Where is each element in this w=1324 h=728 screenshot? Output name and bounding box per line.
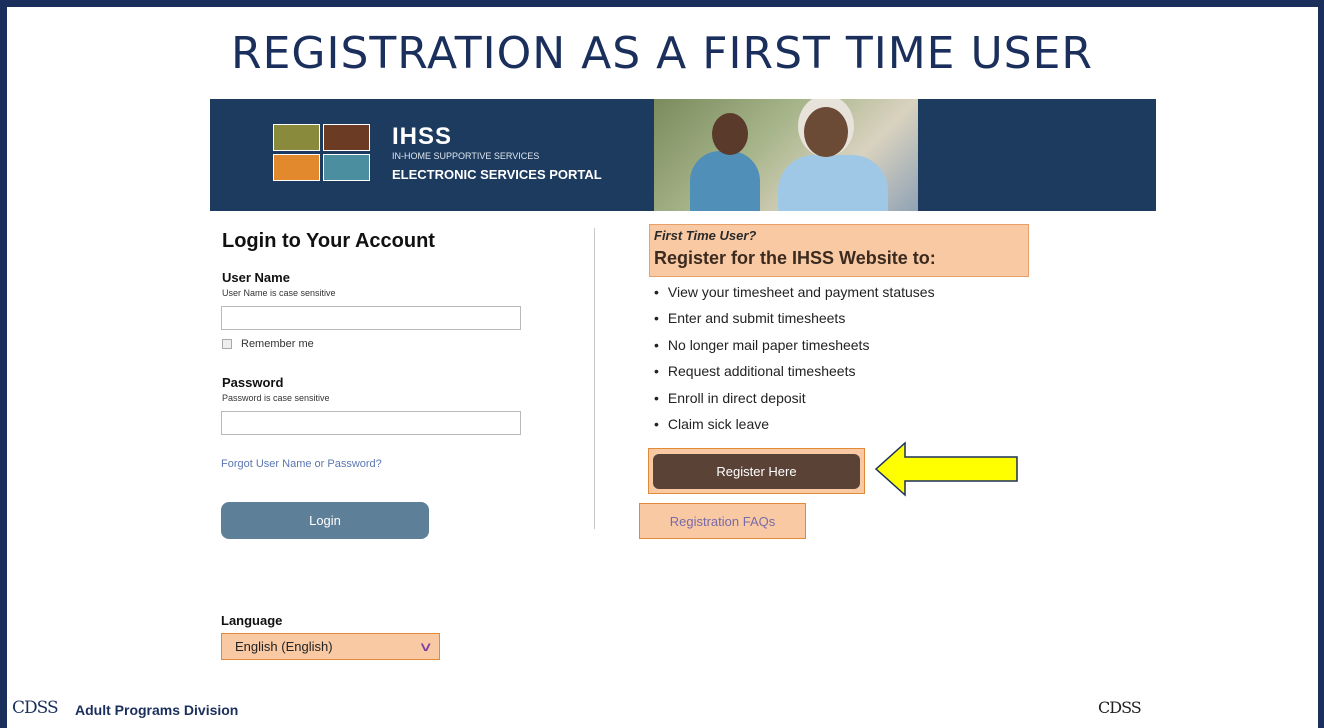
- username-hint: User Name is case sensitive: [222, 288, 336, 298]
- login-button[interactable]: Login: [221, 502, 429, 539]
- division-name: Adult Programs Division: [75, 702, 239, 718]
- password-input[interactable]: [221, 411, 521, 435]
- portal-header: IHSS IN-HOME SUPPORTIVE SERVICES ELECTRO…: [210, 99, 1156, 211]
- password-label: Password: [222, 375, 284, 390]
- list-item: View your timesheet and payment statuses: [654, 284, 935, 310]
- chevron-down-icon: ∨: [418, 639, 434, 654]
- ihss-logo-icon: [273, 124, 373, 182]
- register-heading: Register for the IHSS Website to:: [654, 248, 936, 268]
- register-here-button[interactable]: Register Here: [653, 454, 860, 489]
- list-item: No longer mail paper timesheets: [654, 337, 935, 363]
- cdss-logo-right: CDSS: [1098, 698, 1142, 717]
- first-time-user-box: First Time User? Register for the IHSS W…: [649, 224, 1029, 277]
- remember-me[interactable]: Remember me: [222, 338, 314, 350]
- remember-me-checkbox[interactable]: [222, 339, 232, 349]
- column-divider: [594, 228, 595, 529]
- slide-title: REGISTRATION AS A FIRST TIME USER: [231, 28, 1093, 79]
- list-item: Enroll in direct deposit: [654, 390, 935, 416]
- list-item: Enter and submit timesheets: [654, 310, 935, 336]
- username-input[interactable]: [221, 306, 521, 330]
- password-hint: Password is case sensitive: [222, 393, 330, 403]
- faq-highlight: Registration FAQs: [639, 503, 806, 539]
- language-selected-value: English (English): [235, 639, 333, 654]
- language-label: Language: [221, 613, 283, 628]
- list-item: Request additional timesheets: [654, 363, 935, 389]
- first-time-user-label: First Time User?: [654, 228, 757, 243]
- list-item: Claim sick leave: [654, 416, 935, 442]
- pointing-arrow-icon: [874, 441, 1018, 497]
- language-select[interactable]: English (English) ∨: [221, 633, 440, 660]
- forgot-credentials-link[interactable]: Forgot User Name or Password?: [221, 458, 382, 470]
- login-title: Login to Your Account: [222, 230, 435, 252]
- register-highlight: Register Here: [648, 448, 865, 494]
- cdss-logo-left: CDSS: [12, 698, 59, 718]
- brand-subtitle: IN-HOME SUPPORTIVE SERVICES: [392, 151, 540, 161]
- registration-faqs-link[interactable]: Registration FAQs: [670, 514, 776, 529]
- portal-name: ELECTRONIC SERVICES PORTAL: [392, 167, 602, 182]
- remember-me-label: Remember me: [241, 338, 314, 350]
- benefits-list: View your timesheet and payment statuses…: [654, 284, 935, 442]
- username-label: User Name: [222, 270, 290, 285]
- brand-name: IHSS: [392, 123, 453, 150]
- header-photo: [654, 99, 918, 211]
